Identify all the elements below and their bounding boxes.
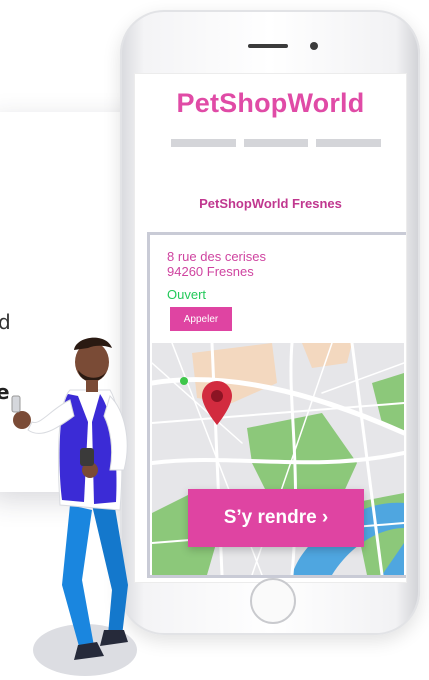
address-line2: 94260 Fresnes (167, 264, 254, 279)
nav-item[interactable] (243, 139, 309, 147)
address-line1: 8 rue des cerises (167, 249, 266, 264)
phone-camera (310, 42, 318, 50)
brand-logo[interactable]: PetShopWorld (135, 88, 406, 119)
nav-item[interactable] (171, 139, 236, 147)
nav-item[interactable] (316, 139, 382, 147)
open-status: Ouvert (167, 287, 207, 302)
phone-home-button[interactable] (250, 578, 296, 624)
nav-placeholder (171, 139, 382, 147)
store-title: PetShopWorld Fresnes (199, 196, 342, 211)
person-illustration (11, 337, 137, 676)
phone-speaker (248, 44, 288, 48)
map-pin-icon (202, 381, 232, 425)
store-address: 8 rue des cerises 94260 Fresnes (167, 249, 266, 279)
call-button[interactable]: Appeler (170, 307, 232, 331)
phone-screen: PetShopWorld PetShopWorld Fresnes 8 rue … (134, 73, 407, 583)
directions-button[interactable]: S’y rendre › (188, 489, 364, 547)
